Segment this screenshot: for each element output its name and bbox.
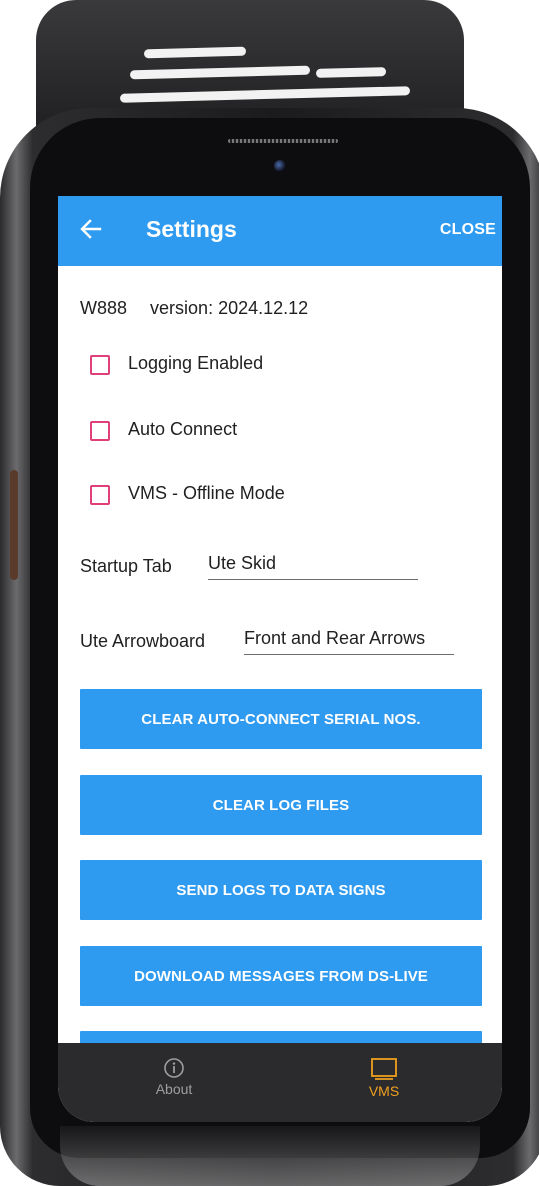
vms-offline-mode-label: VMS - Offline Mode [128,483,285,503]
startup-tab-dropdown[interactable]: Ute Skid [208,553,418,580]
side-button [10,470,18,580]
earpiece [228,139,338,143]
version-info: W888 version: 2024.12.12 [80,298,308,319]
vms-offline-mode-checkbox[interactable] [90,485,110,505]
device-model: W888 [80,298,128,318]
speaker-grille [315,67,387,78]
auto-connect-checkbox[interactable] [90,421,110,441]
startup-tab-label: Startup Tab [80,556,172,576]
auto-connect-label: Auto Connect [128,419,238,439]
info-icon [164,1058,184,1078]
speaker-grille [143,46,247,59]
close-button[interactable]: CLOSE [440,221,496,239]
bottom-navigation: About VMS [58,1043,502,1122]
nav-label-about: About [155,1081,193,1097]
clear-log-files-button[interactable]: CLEAR LOG FILES [80,775,482,835]
app-bar: Settings CLOSE [58,196,502,266]
back-arrow-icon[interactable] [78,216,104,242]
ute-arrowboard-label: Ute Arrowboard [80,631,206,651]
clear-auto-connect-serials-button[interactable]: CLEAR AUTO-CONNECT SERIAL NOS. [80,689,482,749]
logging-enabled-label: Logging Enabled [128,353,264,373]
send-logs-button[interactable]: SEND LOGS TO DATA SIGNS [80,860,482,920]
nav-tab-vms[interactable]: VMS [324,1057,444,1099]
nav-tab-about[interactable]: About [114,1057,234,1097]
nav-label-vms: VMS [368,1083,400,1099]
ute-arrowboard-dropdown[interactable]: Front and Rear Arrows [244,628,454,655]
logging-enabled-checkbox[interactable] [90,355,110,375]
page-title: Settings [146,216,237,242]
app-version: version: 2024.12.12 [150,298,309,318]
settings-screen: Settings CLOSE W888 version: 2024.12.12 … [58,196,502,1122]
download-messages-button[interactable]: DOWNLOAD MESSAGES FROM DS-LIVE [80,946,482,1006]
phone-mockup: Settings CLOSE W888 version: 2024.12.12 … [0,0,539,1186]
speaker-grille [129,65,311,80]
phone-chin [60,1126,480,1186]
front-camera [274,160,286,172]
display-sign-icon [371,1058,397,1080]
speaker-grille [119,86,411,103]
